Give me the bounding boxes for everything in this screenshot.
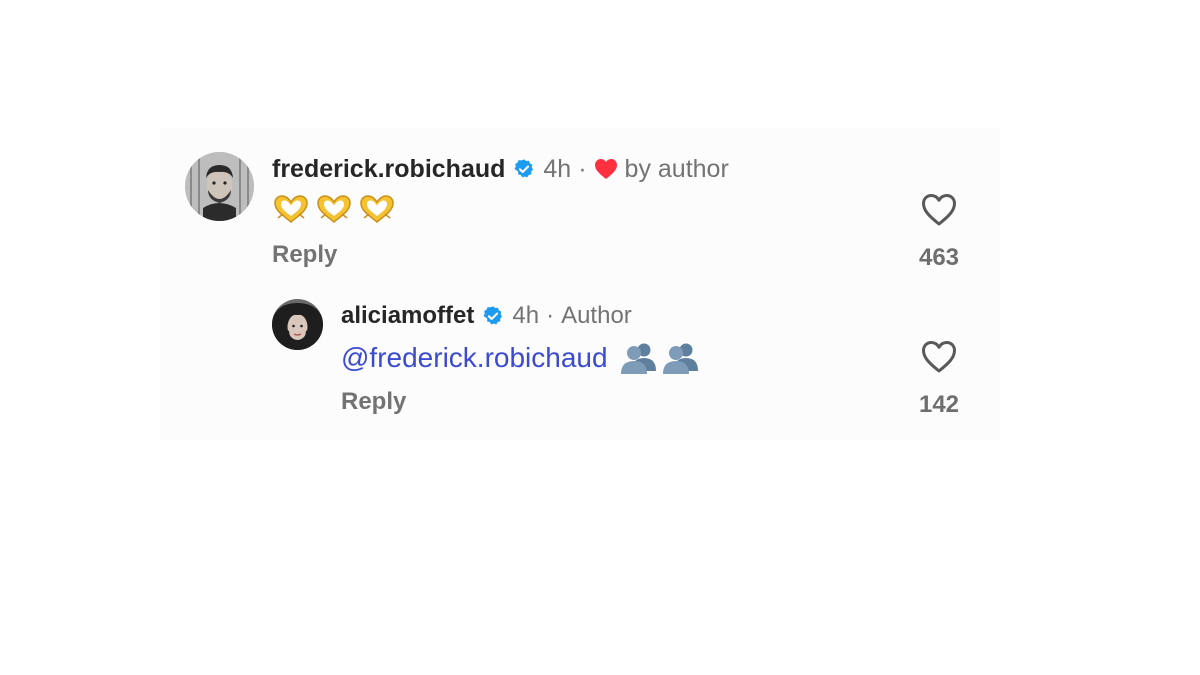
- heart-outline-icon[interactable]: [921, 340, 957, 374]
- liked-by-author-label: by author: [624, 154, 729, 183]
- busts-in-silhouette-emoji: [620, 343, 656, 374]
- separator-dot: ·: [578, 154, 587, 183]
- reply-button[interactable]: Reply: [272, 241, 337, 269]
- comment-header: aliciamoffet 4h · Author: [341, 300, 632, 332]
- avatar[interactable]: [272, 299, 323, 350]
- heart-hands-emoji: [274, 195, 308, 223]
- timestamp: 4h: [512, 302, 540, 329]
- like-count: 142: [918, 391, 960, 418]
- busts-in-silhouette-emoji: [662, 343, 698, 374]
- comment-header: frederick.robichaud 4h · by author: [272, 153, 729, 185]
- author-label: Author: [561, 302, 632, 329]
- mention-link[interactable]: @frederick.robichaud: [341, 342, 608, 374]
- heart-hands-emoji: [360, 195, 394, 223]
- verified-badge-icon: [513, 158, 535, 180]
- comment-text: [272, 194, 396, 224]
- verified-badge-icon: [482, 305, 504, 327]
- username[interactable]: frederick.robichaud: [272, 155, 505, 184]
- red-heart-icon: [594, 158, 618, 180]
- username[interactable]: aliciamoffet: [341, 302, 474, 330]
- timestamp: 4h: [543, 154, 572, 183]
- separator-dot: ·: [546, 302, 555, 329]
- comment-text: @frederick.robichaud: [341, 338, 700, 378]
- heart-hands-emoji: [317, 195, 351, 223]
- avatar[interactable]: [185, 152, 254, 221]
- heart-outline-icon[interactable]: [921, 193, 957, 227]
- like-count: 463: [918, 244, 960, 271]
- reply-button[interactable]: Reply: [341, 388, 406, 416]
